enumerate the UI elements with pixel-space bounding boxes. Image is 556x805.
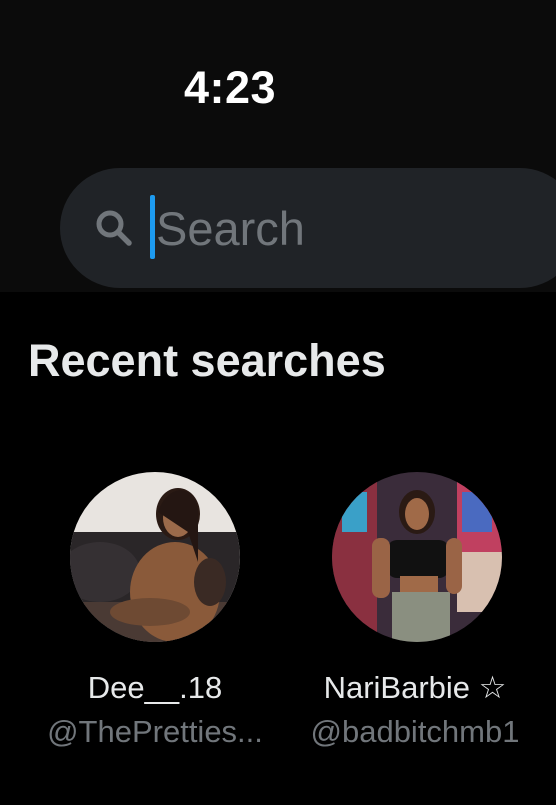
recent-search-name: NariBarbie ☆ (323, 670, 507, 705)
status-bar-time: 4:23 (184, 62, 277, 113)
avatar (332, 472, 502, 642)
recent-search-handle: @ThePretties... (47, 714, 263, 749)
search-input[interactable] (156, 192, 536, 264)
recent-search-name: Dee__.18 (87, 670, 223, 705)
search-icon (96, 210, 132, 246)
text-cursor (150, 195, 155, 259)
recent-searches-title: Recent searches (28, 335, 386, 386)
avatar (70, 472, 240, 642)
recent-search-handle: @badbitchmb1 (310, 714, 520, 749)
